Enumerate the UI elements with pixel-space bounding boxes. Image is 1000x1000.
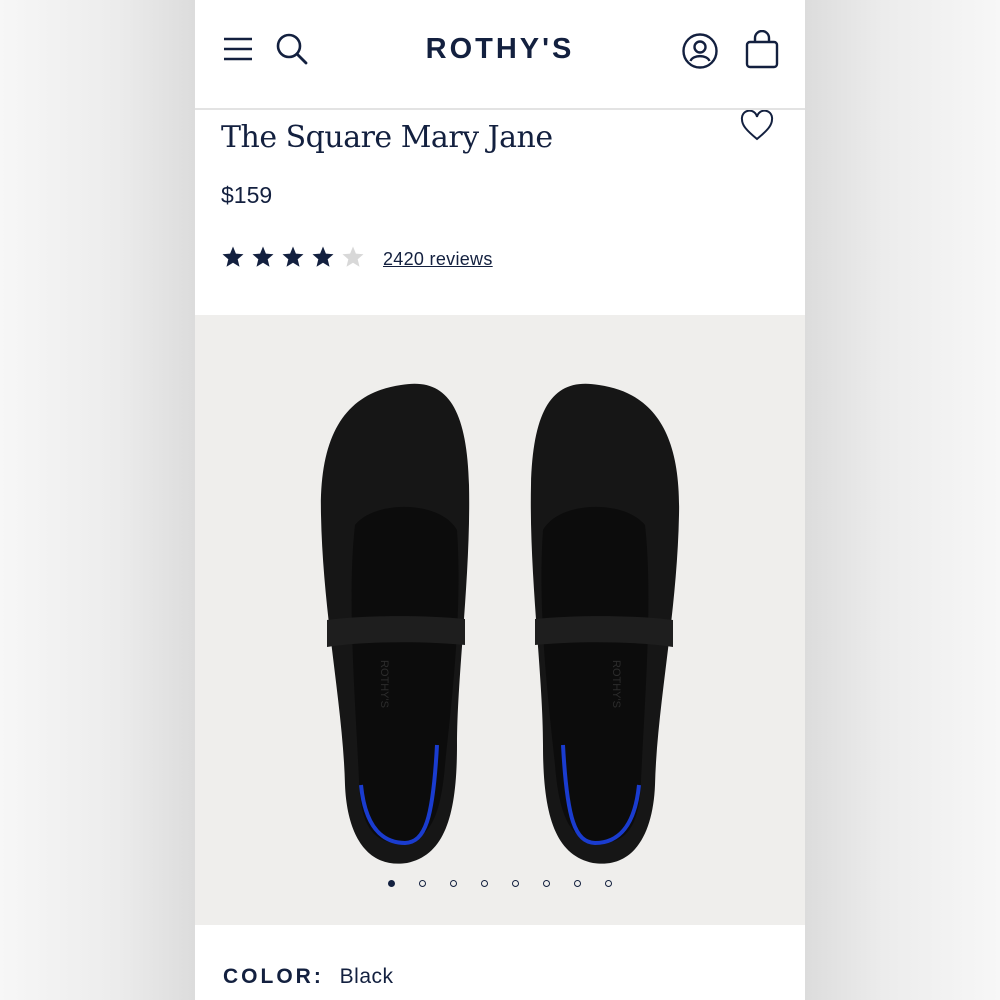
right-shoe: ROTHY'S [530, 383, 680, 864]
color-selector-row: COLOR: Black [223, 965, 394, 989]
gallery-dot[interactable] [574, 880, 581, 887]
color-value: Black [339, 965, 394, 988]
svg-text:ROTHY'S: ROTHY'S [378, 660, 390, 708]
backdrop-right [805, 0, 1000, 1000]
gallery-dot[interactable] [605, 880, 612, 887]
svg-text:ROTHY'S: ROTHY'S [610, 660, 622, 708]
left-shoe: ROTHY'S [320, 383, 470, 864]
bag-icon[interactable] [744, 30, 780, 70]
gallery-dot[interactable] [419, 880, 426, 887]
gallery-dot[interactable] [450, 880, 457, 887]
star-filled-icon [222, 246, 244, 267]
product-image: ROTHY'S ROTHY'S [320, 383, 680, 864]
backdrop-left [0, 0, 195, 1000]
product-title: The Square Mary Jane [221, 120, 553, 155]
star-filled-icon [312, 246, 334, 267]
star-filled-icon [282, 246, 304, 267]
gallery-dot[interactable] [388, 880, 395, 887]
gallery-dot[interactable] [543, 880, 550, 887]
account-icon[interactable] [681, 32, 719, 70]
gallery-dot[interactable] [481, 880, 488, 887]
star-empty-icon [342, 246, 364, 267]
star-rating [221, 245, 371, 274]
heart-icon[interactable] [740, 110, 774, 142]
mobile-screen: ROTHY'S The Square Mary Jane $159 2420 r… [195, 0, 805, 1000]
gallery-dot[interactable] [512, 880, 519, 887]
product-price: $159 [221, 182, 273, 208]
product-gallery[interactable]: ROTHY'S ROTHY'S [195, 315, 805, 925]
star-filled-icon [252, 246, 274, 267]
site-header: ROTHY'S [195, 0, 805, 110]
rating-row: 2420 reviews [221, 244, 493, 274]
color-label: COLOR: [223, 965, 324, 988]
gallery-pagination [195, 880, 805, 887]
reviews-link[interactable]: 2420 reviews [383, 249, 493, 270]
